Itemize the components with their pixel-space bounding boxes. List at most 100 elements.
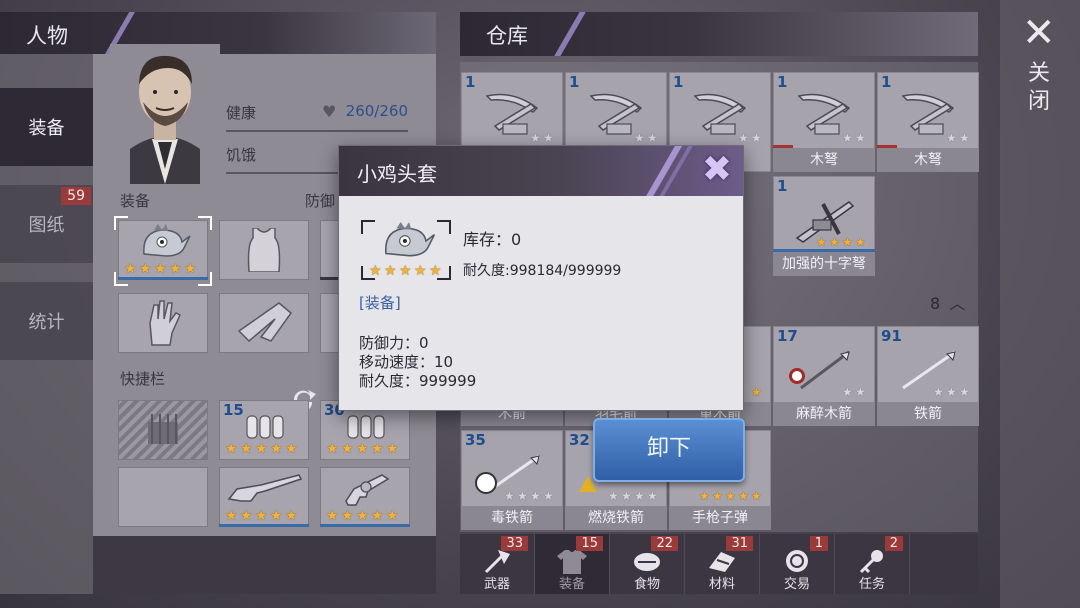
warehouse-item[interactable]: 1 ★ ★ 木弩 xyxy=(877,72,979,172)
equip-slot-legs[interactable] xyxy=(219,293,309,353)
item-qty: 1 xyxy=(777,177,788,195)
rating-stars: ★ ★ ★ ★ xyxy=(504,489,554,503)
item-qty: 1 xyxy=(569,73,580,91)
popup-item-icon-frame: ★ ★ ★ ★ ★ xyxy=(361,220,451,280)
equip-slot-partial-2[interactable] xyxy=(320,293,340,353)
category-food[interactable]: 22 食物 xyxy=(610,534,685,594)
health-label: 健康 xyxy=(226,104,257,122)
warehouse-title: 仓库 xyxy=(486,24,528,48)
popup-prop: 防御力：0 xyxy=(359,334,429,352)
equipment-label: 装备 xyxy=(120,192,151,210)
item-qty: 17 xyxy=(777,327,798,345)
quick-slot-revolver[interactable]: ★ ★ ★ ★ ★ xyxy=(320,467,410,527)
popup-header: 小鸡头套 ✖ xyxy=(339,146,743,196)
warehouse-item[interactable]: 35 ★ ★ ★ ★ 毒铁箭 xyxy=(461,430,563,530)
rating-stars: ★ ★ xyxy=(842,385,866,399)
item-label: 加强的十字弩 xyxy=(773,252,875,276)
rating-stars: ★ ★ xyxy=(738,131,762,145)
heart-icon: ♥ xyxy=(322,102,337,121)
rating-stars: ★ ★ xyxy=(530,131,554,145)
tab-statistics[interactable]: 统计 xyxy=(0,282,93,360)
key-icon xyxy=(859,550,883,574)
section-collapse[interactable]: 8 ︿ xyxy=(930,290,965,314)
tab-statistics-label: 统计 xyxy=(28,312,65,333)
warehouse-item[interactable]: 91 ★ ★ ★ 铁箭 xyxy=(877,326,979,426)
pants-icon xyxy=(237,302,293,343)
blueprints-badge: 59 xyxy=(61,187,91,205)
rating-stars: ★ ★ ★ ★ ★ xyxy=(225,508,298,524)
coin-icon xyxy=(786,550,808,572)
tab-blueprints-label: 图纸 xyxy=(28,215,65,236)
quick-slot-shotgun[interactable]: ★ ★ ★ ★ ★ xyxy=(219,467,309,527)
rating-stars: ★ ★ ★ ★ ★ xyxy=(699,489,762,503)
tab-equipment[interactable]: 装备 xyxy=(0,88,93,166)
item-qty: 1 xyxy=(673,73,684,91)
tank-top-icon xyxy=(247,228,281,272)
quick-slot-locked[interactable] xyxy=(118,400,208,460)
rating-stars: ★ ★ xyxy=(842,131,866,145)
rating-stars: ★ ★ ★ ★ ★ xyxy=(326,441,399,457)
rating-stars: ★ ★ xyxy=(634,131,658,145)
quickbar-label: 快捷栏 xyxy=(120,370,166,388)
materials-icon xyxy=(709,552,735,572)
category-label: 交易 xyxy=(783,577,810,592)
hunger-stat: 饥饿 xyxy=(226,138,338,174)
category-trade[interactable]: 1 交易 xyxy=(760,534,835,594)
popup-stock: 库存：0 xyxy=(463,230,522,249)
chicken-head-icon xyxy=(143,224,191,257)
food-icon xyxy=(634,553,660,571)
gloves-icon xyxy=(149,300,181,346)
tab-blueprints[interactable]: 图纸 59 xyxy=(0,185,93,263)
rating-stars: ★ ★ ★ ★ xyxy=(816,235,866,249)
item-label: 燃烧铁箭 xyxy=(565,506,667,530)
ammo-icon xyxy=(246,415,284,439)
category-weapons[interactable]: 33 武器 xyxy=(460,534,535,594)
category-bar: 33 武器 15 装备 22 食物 31 材料 1 交易 2 任务 xyxy=(460,534,978,594)
poison-skull-icon xyxy=(475,472,497,494)
rating-stars: ★ xyxy=(751,385,762,399)
chevron-up-icon: ︿ xyxy=(949,294,966,313)
rating-stars: ★ ★ xyxy=(946,131,970,145)
unload-button[interactable]: 卸下 xyxy=(593,418,745,482)
item-label: 铁箭 xyxy=(877,402,979,426)
equip-slot-head[interactable]: ★ ★ ★ ★ ★ xyxy=(118,220,208,280)
warehouse-item[interactable]: 1 ★ ★ 木弩 xyxy=(773,72,875,172)
equip-slot-body[interactable] xyxy=(219,220,309,280)
quick-slot-1-qty: 15 xyxy=(223,401,244,419)
warehouse-item[interactable]: 17 ★ ★ 麻醉木箭 xyxy=(773,326,875,426)
category-label: 武器 xyxy=(483,577,510,592)
warehouse-item[interactable]: 1 ★ ★ ★ ★ 加强的十字弩 xyxy=(773,176,875,276)
rating-stars: ★ ★ ★ ★ ★ xyxy=(225,441,298,457)
category-quests[interactable]: 2 任务 xyxy=(835,534,910,594)
category-badge: 2 xyxy=(884,536,903,551)
rating-stars: ★ ★ ★ ★ ★ xyxy=(369,263,442,279)
category-badge: 33 xyxy=(501,536,528,551)
item-qty: 91 xyxy=(881,327,902,345)
close-label[interactable]: 关闭 xyxy=(1028,60,1052,116)
equip-slot-hands[interactable] xyxy=(118,293,208,353)
shotgun-icon xyxy=(227,474,303,502)
hunger-label: 饥饿 xyxy=(226,146,257,164)
equip-slot-partial[interactable] xyxy=(320,220,340,280)
category-badge: 15 xyxy=(576,536,603,551)
health-stat: 健康 ♥ 260/260 xyxy=(226,96,408,132)
close-icon[interactable]: ✕ xyxy=(1022,10,1056,56)
category-label: 任务 xyxy=(858,577,885,592)
quick-slot-1[interactable]: 15 ★ ★ ★ ★ ★ xyxy=(219,400,309,460)
category-label: 材料 xyxy=(708,577,735,592)
rating-stars: ★ ★ ★ ★ ★ xyxy=(326,508,399,524)
popup-prop: 耐久度：999999 xyxy=(359,372,477,390)
defense-label: 防御 xyxy=(305,192,336,210)
popup-close-icon[interactable]: ✖ xyxy=(695,148,739,192)
tab-equipment-label: 装备 xyxy=(28,118,65,139)
character-title: 人物 xyxy=(26,24,68,48)
category-materials[interactable]: 31 材料 xyxy=(685,534,760,594)
collapse-count: 8 xyxy=(930,294,941,313)
locked-icon xyxy=(148,414,178,444)
item-qty: 35 xyxy=(465,431,486,449)
rating-stars: ★ ★ ★ ★ xyxy=(608,489,658,503)
category-equipment[interactable]: 15 装备 xyxy=(535,534,610,594)
popup-title: 小鸡头套 xyxy=(357,162,437,186)
shirt-icon xyxy=(557,550,587,574)
quick-slot-empty[interactable] xyxy=(118,467,208,527)
